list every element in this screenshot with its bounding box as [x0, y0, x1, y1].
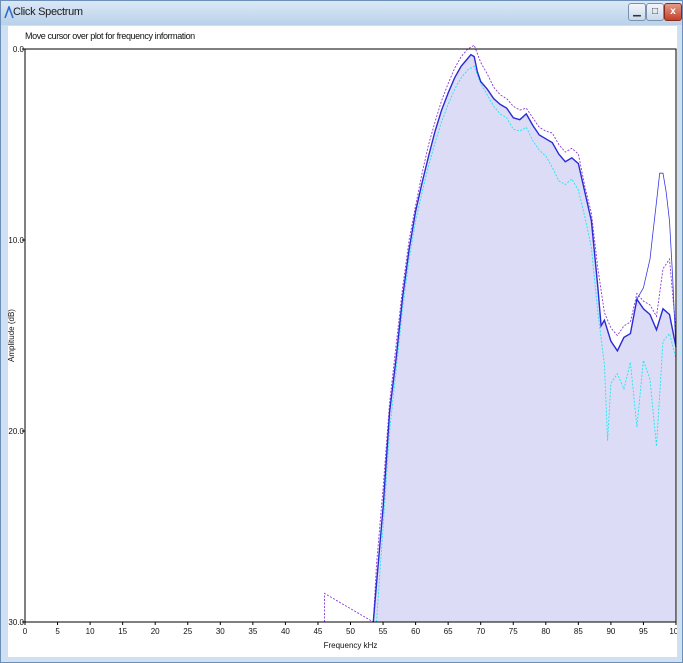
spectrum-chart[interactable]: 0 5 10 15 20 25 30 35 40 45 50 55 60 65 70 75 80 85 90 95 10… — [8, 26, 677, 657]
x-tick-label: 35 — [248, 627, 257, 636]
x-tick-label: 45 — [313, 627, 322, 636]
x-tick-label: 30 — [216, 627, 225, 636]
y-axis-label: Amplitude (dB) — [8, 309, 16, 362]
maximize-icon: □ — [651, 6, 659, 17]
minimize-button[interactable]: ▁ — [628, 3, 646, 21]
x-tick-label: 90 — [606, 627, 615, 636]
x-tick-label: 40 — [281, 627, 290, 636]
x-tick-label: 25 — [183, 627, 192, 636]
x-tick-label: 85 — [574, 627, 583, 636]
y-tick-label: 0.0 — [13, 45, 25, 54]
x-tick-label: 100 — [669, 627, 677, 636]
x-tick-label: 50 — [346, 627, 355, 636]
minimize-icon: ▁ — [633, 6, 641, 17]
x-tick-label: 80 — [541, 627, 550, 636]
x-tick-label: 95 — [639, 627, 648, 636]
x-tick-label: 0 — [23, 627, 28, 636]
close-button[interactable]: x — [664, 3, 682, 21]
plot-area[interactable]: Move cursor over plot for frequency info… — [8, 26, 677, 657]
x-tick-label: 15 — [118, 627, 127, 636]
title-bar[interactable]: Click Spectrum ▁ □ x — [1, 1, 682, 25]
x-tick-label: 10 — [86, 627, 95, 636]
x-tick-label: 20 — [151, 627, 160, 636]
maximize-button[interactable]: □ — [646, 3, 664, 21]
window-title: Click Spectrum — [13, 6, 83, 18]
x-axis-label: Frequency kHz — [324, 641, 378, 650]
x-tick-label: 55 — [379, 627, 388, 636]
click-spectrum-window: Click Spectrum ▁ □ x Move cursor over pl… — [0, 0, 683, 663]
x-tick-label: 75 — [509, 627, 518, 636]
close-icon: x — [670, 6, 676, 17]
x-tick-label: 70 — [476, 627, 485, 636]
x-tick-label: 60 — [411, 627, 420, 636]
y-tick-label: -20.0 — [8, 427, 25, 436]
spectrum-area — [373, 54, 676, 622]
x-tick-label: 65 — [444, 627, 453, 636]
y-tick-label: -10.0 — [8, 236, 25, 245]
x-tick-label: 5 — [55, 627, 60, 636]
y-tick-label: -30.0 — [8, 618, 25, 627]
